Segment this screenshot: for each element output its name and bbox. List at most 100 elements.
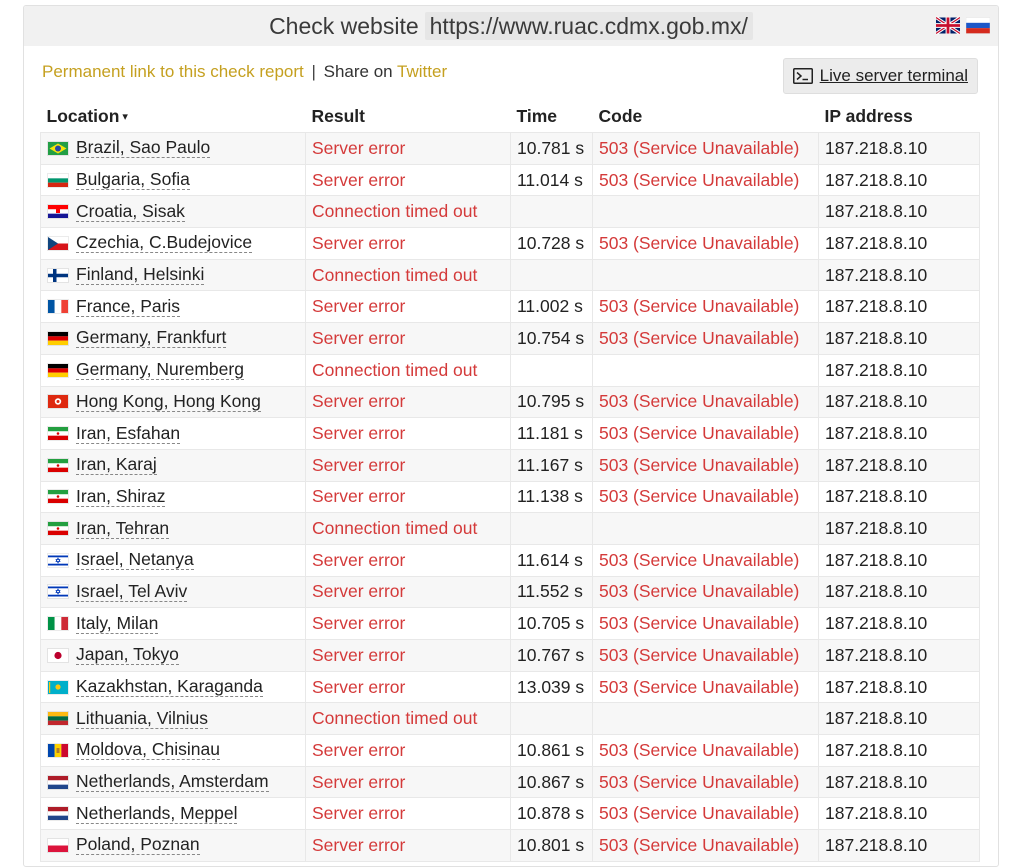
ip-cell: 187.218.8.10 xyxy=(818,132,980,165)
location-link[interactable]: Brazil, Sao Paulo xyxy=(76,138,211,159)
result-cell: Server error xyxy=(305,480,511,514)
kz-flag-icon xyxy=(47,679,69,695)
location-cell: Poland, Poznan xyxy=(40,829,306,862)
time-cell: 10.795 s xyxy=(510,385,593,419)
code-cell: 503 (Service Unavailable) xyxy=(592,575,819,609)
location-cell: Germany, Nuremberg xyxy=(40,353,306,387)
hr-flag-icon xyxy=(47,204,69,220)
ip-cell: 187.218.8.10 xyxy=(818,385,980,419)
location-link[interactable]: Croatia, Sisak xyxy=(76,201,185,222)
table-row: Netherlands, Amsterdam Server error 10.867… xyxy=(40,765,980,799)
check-report-panel: Check website https://www.ruac.cdmx.gob.m… xyxy=(23,5,999,867)
time-cell: 10.861 s xyxy=(510,734,593,767)
pl-flag-icon xyxy=(47,837,69,853)
location-link[interactable]: Israel, Netanya xyxy=(76,550,194,571)
live-server-terminal-button[interactable]: Live server terminal xyxy=(782,58,978,94)
location-link[interactable]: Iran, Shiraz xyxy=(76,486,166,507)
table-row: Italy, Milan Server error 10.705 s 503 (Ser… xyxy=(40,607,980,640)
ip-cell: 187.218.8.10 xyxy=(818,163,980,197)
location-link[interactable]: Japan, Tokyo xyxy=(76,645,179,666)
location-link[interactable]: Netherlands, Meppel xyxy=(76,803,238,824)
location-link[interactable]: Lithuania, Vilnius xyxy=(76,708,208,729)
time-cell: 10.801 s xyxy=(510,829,593,862)
result-cell: Server error xyxy=(305,322,511,355)
ip-cell: 187.218.8.10 xyxy=(818,765,980,799)
ip-cell: 187.218.8.10 xyxy=(818,734,980,767)
code-cell: 503 (Service Unavailable) xyxy=(592,417,819,450)
result-cell: Connection timed out xyxy=(305,258,511,292)
location-link[interactable]: Czechia, C.Budejovice xyxy=(76,233,253,254)
location-cell: Israel, Netanya xyxy=(40,543,306,577)
result-cell: Server error xyxy=(305,227,511,260)
russia-flag-icon[interactable] xyxy=(966,16,990,35)
ip-cell: 187.218.8.10 xyxy=(818,417,980,450)
time-cell xyxy=(510,258,593,292)
result-cell: Connection timed out xyxy=(305,195,511,229)
code-cell xyxy=(592,353,819,387)
time-cell: 11.014 s xyxy=(510,163,593,197)
table-row: Finland, Helsinki Connection timed out 187… xyxy=(40,258,980,292)
result-cell: Server error xyxy=(305,670,511,704)
table-row: Croatia, Sisak Connection timed out 187.21… xyxy=(40,195,980,229)
uk-flag-icon[interactable] xyxy=(936,16,960,35)
location-cell: Hong Kong, Hong Kong xyxy=(40,385,306,419)
column-header-result: Result xyxy=(311,105,365,126)
time-cell xyxy=(510,702,593,736)
column-header-location[interactable]: Location ▾ xyxy=(41,100,306,133)
code-cell: 503 (Service Unavailable) xyxy=(592,385,819,419)
ip-cell: 187.218.8.10 xyxy=(818,322,980,355)
location-link[interactable]: Finland, Helsinki xyxy=(76,265,205,286)
location-link[interactable]: Kazakhstan, Karaganda xyxy=(76,677,263,698)
table-row: Kazakhstan, Karaganda Server error 13.039 … xyxy=(40,670,980,704)
fi-flag-icon xyxy=(47,267,69,283)
location-link[interactable]: Germany, Frankfurt xyxy=(76,328,227,349)
location-cell: France, Paris xyxy=(40,290,306,324)
ip-cell: 187.218.8.10 xyxy=(818,639,980,672)
result-cell: Server error xyxy=(305,543,511,577)
location-link[interactable]: Italy, Milan xyxy=(76,613,159,634)
code-cell xyxy=(592,258,819,292)
location-cell: Lithuania, Vilnius xyxy=(40,702,306,736)
location-link[interactable]: Iran, Tehran xyxy=(76,518,170,539)
code-cell xyxy=(592,195,819,229)
result-cell: Server error xyxy=(305,575,511,609)
ip-cell: 187.218.8.10 xyxy=(818,607,980,640)
result-cell: Connection timed out xyxy=(305,512,511,545)
code-cell: 503 (Service Unavailable) xyxy=(592,797,819,831)
result-cell: Server error xyxy=(305,385,511,419)
time-cell xyxy=(510,353,593,387)
code-cell: 503 (Service Unavailable) xyxy=(592,829,819,862)
location-link[interactable]: Iran, Esfahan xyxy=(76,423,181,444)
time-cell: 10.705 s xyxy=(510,607,593,640)
location-link[interactable]: France, Paris xyxy=(76,296,181,317)
jp-flag-icon xyxy=(47,647,69,663)
code-cell: 503 (Service Unavailable) xyxy=(592,670,819,704)
table-row: Netherlands, Meppel Server error 10.878 s5… xyxy=(40,797,980,831)
terminal-button-label: Live server terminal xyxy=(819,66,968,85)
table-row: France, Paris Server error 11.002 s 503 (Se… xyxy=(40,290,980,324)
ir-flag-icon xyxy=(47,521,69,537)
table-row: Iran, Tehran Connection timed out 187.218.… xyxy=(40,512,980,545)
result-cell: Server error xyxy=(305,163,511,197)
column-header-code: Code xyxy=(598,105,643,126)
result-cell: Server error xyxy=(305,829,511,862)
location-link[interactable]: Moldova, Chisinau xyxy=(76,740,220,761)
location-link[interactable]: Iran, Karaj xyxy=(76,455,157,476)
il-flag-icon xyxy=(47,552,69,568)
location-link[interactable]: Bulgaria, Sofia xyxy=(76,170,190,191)
location-cell: Israel, Tel Aviv xyxy=(40,575,306,609)
table-row: Iran, Karaj Server error 11.167 s 503 (Serv… xyxy=(40,448,980,482)
table-row: Germany, Nuremberg Connection timed out 18… xyxy=(40,353,980,387)
location-link[interactable]: Netherlands, Amsterdam xyxy=(76,772,269,793)
code-cell: 503 (Service Unavailable) xyxy=(592,734,819,767)
table-row: Hong Kong, Hong Kong Server error 10.795 s… xyxy=(40,385,980,419)
ip-cell: 187.218.8.10 xyxy=(818,829,980,862)
permanent-link[interactable]: Permanent link to this check report xyxy=(42,62,304,81)
location-link[interactable]: Poland, Poznan xyxy=(76,835,200,856)
location-link[interactable]: Germany, Nuremberg xyxy=(76,360,244,381)
table-row: Israel, Tel Aviv Server error 11.552 s 503 … xyxy=(40,575,980,609)
twitter-share-link[interactable]: Twitter xyxy=(397,62,447,81)
location-link[interactable]: Hong Kong, Hong Kong xyxy=(76,391,261,412)
ip-cell: 187.218.8.10 xyxy=(818,227,980,260)
location-link[interactable]: Israel, Tel Aviv xyxy=(76,581,188,602)
